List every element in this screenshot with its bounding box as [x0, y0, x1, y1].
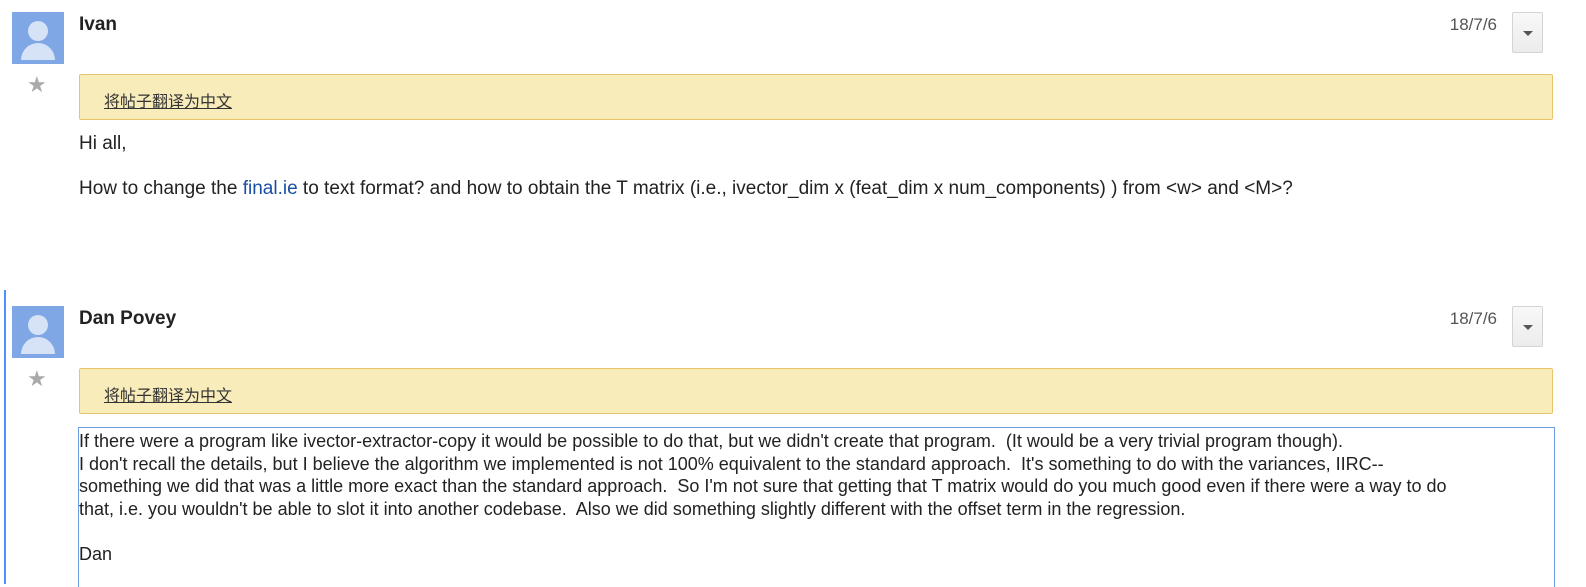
- avatar-body: [21, 337, 55, 354]
- post-date: 18/7/6: [1449, 309, 1497, 328]
- chevron-down-icon: [1523, 325, 1533, 330]
- message-body: If there were a program like ivector-ext…: [79, 431, 1447, 564]
- message-body-box: If there were a program like ivector-ext…: [78, 427, 1555, 587]
- post-date: 18/7/6: [1449, 15, 1497, 34]
- author-name[interactable]: Ivan: [79, 14, 117, 36]
- message-body: Hi all, How to change the final.ie to te…: [79, 133, 1293, 200]
- translate-bar: 将帖子翻译为中文: [79, 368, 1553, 414]
- avatar-head: [28, 21, 48, 41]
- greeting-text: Hi all,: [79, 133, 127, 154]
- chevron-down-icon: [1523, 31, 1533, 36]
- message-post-dan-povey: ★ Dan Povey 18/7/6 将帖子翻译为中文 If there wer…: [0, 290, 1586, 587]
- selected-post-indicator: [4, 290, 6, 584]
- translate-link[interactable]: 将帖子翻译为中文: [104, 88, 232, 112]
- author-name[interactable]: Dan Povey: [79, 308, 176, 330]
- avatar-head: [28, 315, 48, 335]
- translate-link[interactable]: 将帖子翻译为中文: [104, 382, 232, 406]
- message-paragraph: How to change the final.ie to text forma…: [79, 178, 1293, 200]
- star-icon[interactable]: ★: [27, 74, 47, 96]
- avatar-body: [21, 43, 55, 60]
- avatar[interactable]: [12, 306, 64, 358]
- post-menu-button[interactable]: [1512, 306, 1543, 347]
- star-icon[interactable]: ★: [27, 368, 47, 390]
- final-ie-link[interactable]: final.ie: [243, 178, 298, 199]
- body-text-before-link: How to change the: [79, 178, 243, 199]
- body-text-after-link: to text format? and how to obtain the T …: [297, 178, 1293, 199]
- avatar[interactable]: [12, 12, 64, 64]
- post-menu-button[interactable]: [1512, 12, 1543, 53]
- translate-bar: 将帖子翻译为中文: [79, 74, 1553, 120]
- message-post-ivan: ★ Ivan 18/7/6 将帖子翻译为中文 Hi all, How to ch…: [0, 0, 1586, 260]
